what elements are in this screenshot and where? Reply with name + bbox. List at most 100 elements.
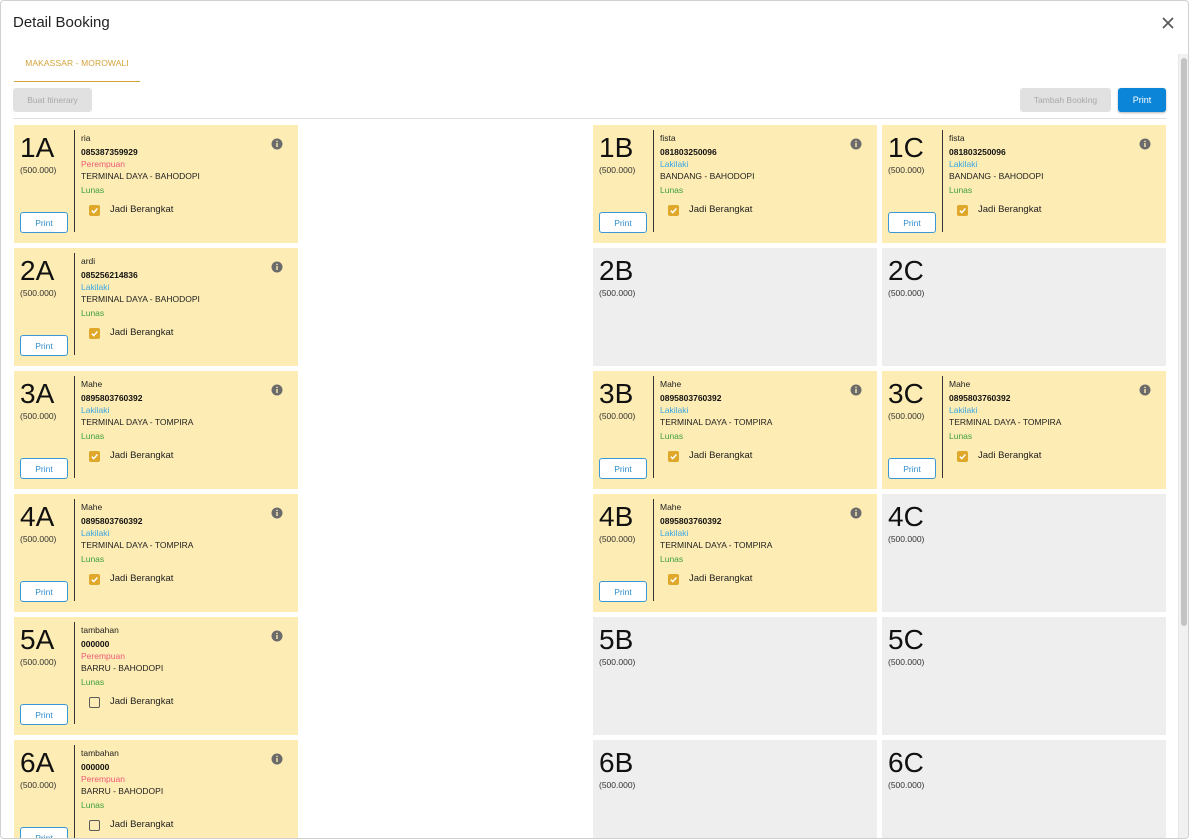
jadi-berangkat-checkbox[interactable]: [668, 204, 679, 216]
payment-status: Lunas: [81, 185, 105, 195]
jadi-berangkat-row[interactable]: Jadi Berangkat: [81, 450, 281, 462]
scrollbar-thumb[interactable]: [1181, 58, 1187, 626]
passenger-info: fista 081803250096 Lakilaki BANDANG - BAHOD…: [949, 132, 1149, 216]
seat-price: (500.000): [20, 534, 57, 544]
passenger-route: TERMINAL DAYA - BAHODOPI: [81, 171, 200, 181]
seat-print-button[interactable]: Print: [888, 212, 936, 233]
jadi-berangkat-row[interactable]: Jadi Berangkat: [81, 696, 281, 708]
seat-divider: [653, 376, 654, 478]
seat-card-6b[interactable]: 6B (500.000): [593, 740, 877, 838]
seat-price: (500.000): [20, 657, 57, 667]
passenger-phone: 0895803760392: [81, 516, 143, 526]
passenger-phone: 085387359929: [81, 147, 138, 157]
info-icon[interactable]: [850, 507, 862, 519]
seat-print-button[interactable]: Print: [20, 827, 68, 838]
seat-code: 1C: [888, 132, 924, 163]
jadi-berangkat-row[interactable]: Jadi Berangkat: [81, 204, 281, 216]
seat-card-4c[interactable]: 4C (500.000): [882, 494, 1166, 612]
passenger-route: TERMINAL DAYA - TOMPIRA: [81, 417, 194, 427]
passenger-route: TERMINAL DAYA - TOMPIRA: [949, 417, 1062, 427]
passenger-info: Mahe 0895803760392 Lakilaki TERMINAL DAYA -…: [949, 378, 1149, 462]
passenger-gender: Lakilaki: [81, 405, 110, 415]
passenger-name: Mahe: [81, 502, 103, 512]
jadi-berangkat-row[interactable]: Jadi Berangkat: [660, 573, 860, 585]
passenger-gender: Lakilaki: [81, 528, 110, 538]
seat-print-button[interactable]: Print: [20, 704, 68, 725]
passenger-gender: Perempuan: [81, 774, 125, 784]
seat-code: 6A: [20, 747, 55, 778]
payment-status: Lunas: [81, 554, 105, 564]
passenger-route: BARRU - BAHODOPI: [81, 786, 164, 796]
info-icon[interactable]: [850, 138, 862, 150]
seat-print-button[interactable]: Print: [888, 458, 936, 479]
jadi-berangkat-checkbox[interactable]: [957, 450, 968, 462]
jadi-berangkat-checkbox[interactable]: [668, 573, 679, 585]
jadi-berangkat-checkbox[interactable]: [89, 450, 100, 462]
seat-price: (500.000): [20, 411, 57, 421]
passenger-name: Mahe: [660, 502, 682, 512]
passenger-gender: Lakilaki: [660, 405, 689, 415]
seat-print-button[interactable]: Print: [20, 458, 68, 479]
passenger-name: Mahe: [660, 379, 682, 389]
jadi-berangkat-checkbox[interactable]: [89, 573, 100, 585]
passenger-name: fista: [660, 133, 676, 143]
seat-divider: [74, 745, 75, 838]
seat-code: 2A: [20, 255, 55, 286]
passenger-name: Mahe: [949, 379, 971, 389]
jadi-berangkat-row[interactable]: Jadi Berangkat: [81, 573, 281, 585]
passenger-name: ria: [81, 133, 91, 143]
info-icon[interactable]: [1139, 138, 1151, 150]
jadi-berangkat-checkbox[interactable]: [957, 204, 968, 216]
scrollbar[interactable]: [1178, 54, 1188, 838]
seat-print-button[interactable]: Print: [599, 458, 647, 479]
passenger-name: fista: [949, 133, 965, 143]
jadi-berangkat-label: Jadi Berangkat: [689, 450, 753, 461]
passenger-name: tambahan: [81, 748, 119, 758]
seat-code: 1B: [599, 132, 634, 163]
seat-divider: [942, 376, 943, 478]
info-icon[interactable]: [271, 630, 283, 642]
seat-code: 3B: [599, 378, 634, 409]
seat-price: (500.000): [599, 288, 636, 298]
seat-code: 4C: [888, 501, 924, 532]
jadi-berangkat-checkbox[interactable]: [89, 696, 100, 708]
passenger-gender: Lakilaki: [81, 282, 110, 292]
seat-card-5c[interactable]: 5C (500.000): [882, 617, 1166, 735]
seat-print-button[interactable]: Print: [20, 212, 68, 233]
info-icon[interactable]: [271, 138, 283, 150]
seat-print-button[interactable]: Print: [599, 212, 647, 233]
seat-code: 6B: [599, 747, 634, 778]
seat-card-2b[interactable]: 2B (500.000): [593, 248, 877, 366]
passenger-route: BARRU - BAHODOPI: [81, 663, 164, 673]
seat-price: (500.000): [20, 288, 57, 298]
jadi-berangkat-row[interactable]: Jadi Berangkat: [660, 204, 860, 216]
info-icon[interactable]: [850, 384, 862, 396]
payment-status: Lunas: [81, 308, 105, 318]
seat-card-6c[interactable]: 6C (500.000): [882, 740, 1166, 838]
jadi-berangkat-label: Jadi Berangkat: [110, 204, 174, 215]
jadi-berangkat-row[interactable]: Jadi Berangkat: [81, 327, 281, 339]
seat-print-button[interactable]: Print: [599, 581, 647, 602]
jadi-berangkat-checkbox[interactable]: [89, 327, 100, 339]
jadi-berangkat-row[interactable]: Jadi Berangkat: [949, 450, 1149, 462]
seat-card-5b[interactable]: 5B (500.000): [593, 617, 877, 735]
seat-code: 5C: [888, 624, 924, 655]
seat-card-5a: 5A (500.000) tambahan 000000 Perempuan BARRU …: [14, 617, 298, 735]
info-icon[interactable]: [271, 507, 283, 519]
jadi-berangkat-row[interactable]: Jadi Berangkat: [81, 819, 281, 831]
seat-card-2c[interactable]: 2C (500.000): [882, 248, 1166, 366]
payment-status: Lunas: [660, 554, 684, 564]
info-icon[interactable]: [271, 384, 283, 396]
info-icon[interactable]: [271, 753, 283, 765]
jadi-berangkat-row[interactable]: Jadi Berangkat: [949, 204, 1149, 216]
info-icon[interactable]: [271, 261, 283, 273]
seat-print-button[interactable]: Print: [20, 335, 68, 356]
jadi-berangkat-checkbox[interactable]: [89, 204, 100, 216]
jadi-berangkat-row[interactable]: Jadi Berangkat: [660, 450, 860, 462]
passenger-info: Mahe 0895803760392 Lakilaki TERMINAL DAYA -…: [660, 378, 860, 462]
info-icon[interactable]: [1139, 384, 1151, 396]
seat-print-button[interactable]: Print: [20, 581, 68, 602]
jadi-berangkat-checkbox[interactable]: [668, 450, 679, 462]
jadi-berangkat-checkbox[interactable]: [89, 819, 100, 831]
jadi-berangkat-label: Jadi Berangkat: [689, 204, 753, 215]
